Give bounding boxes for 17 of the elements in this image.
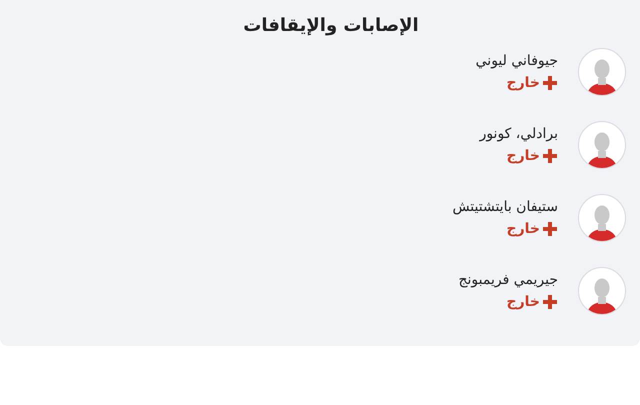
- status-label: خارج: [506, 293, 540, 311]
- plus-icon: [542, 75, 558, 91]
- avatar-icon: [578, 267, 626, 315]
- avatar-icon: [578, 194, 626, 242]
- player-name: ستيفان بايتشتيتش: [452, 198, 558, 216]
- panel-title: الإصابات والإيقافات: [242, 14, 420, 38]
- avatar-icon: [578, 48, 626, 96]
- status-label: خارج: [506, 220, 540, 238]
- avatar-icon: [578, 121, 626, 169]
- plus-icon: [542, 221, 558, 237]
- plus-icon: [542, 148, 558, 164]
- player-name: برادلي، كونور: [480, 125, 558, 143]
- status-label: خارج: [506, 74, 540, 92]
- player-name: جيوفاني ليوني: [476, 52, 558, 70]
- plus-icon: [542, 294, 558, 310]
- player-name: جيريمي فريمبونج: [458, 271, 558, 289]
- status-label: خارج: [506, 147, 540, 165]
